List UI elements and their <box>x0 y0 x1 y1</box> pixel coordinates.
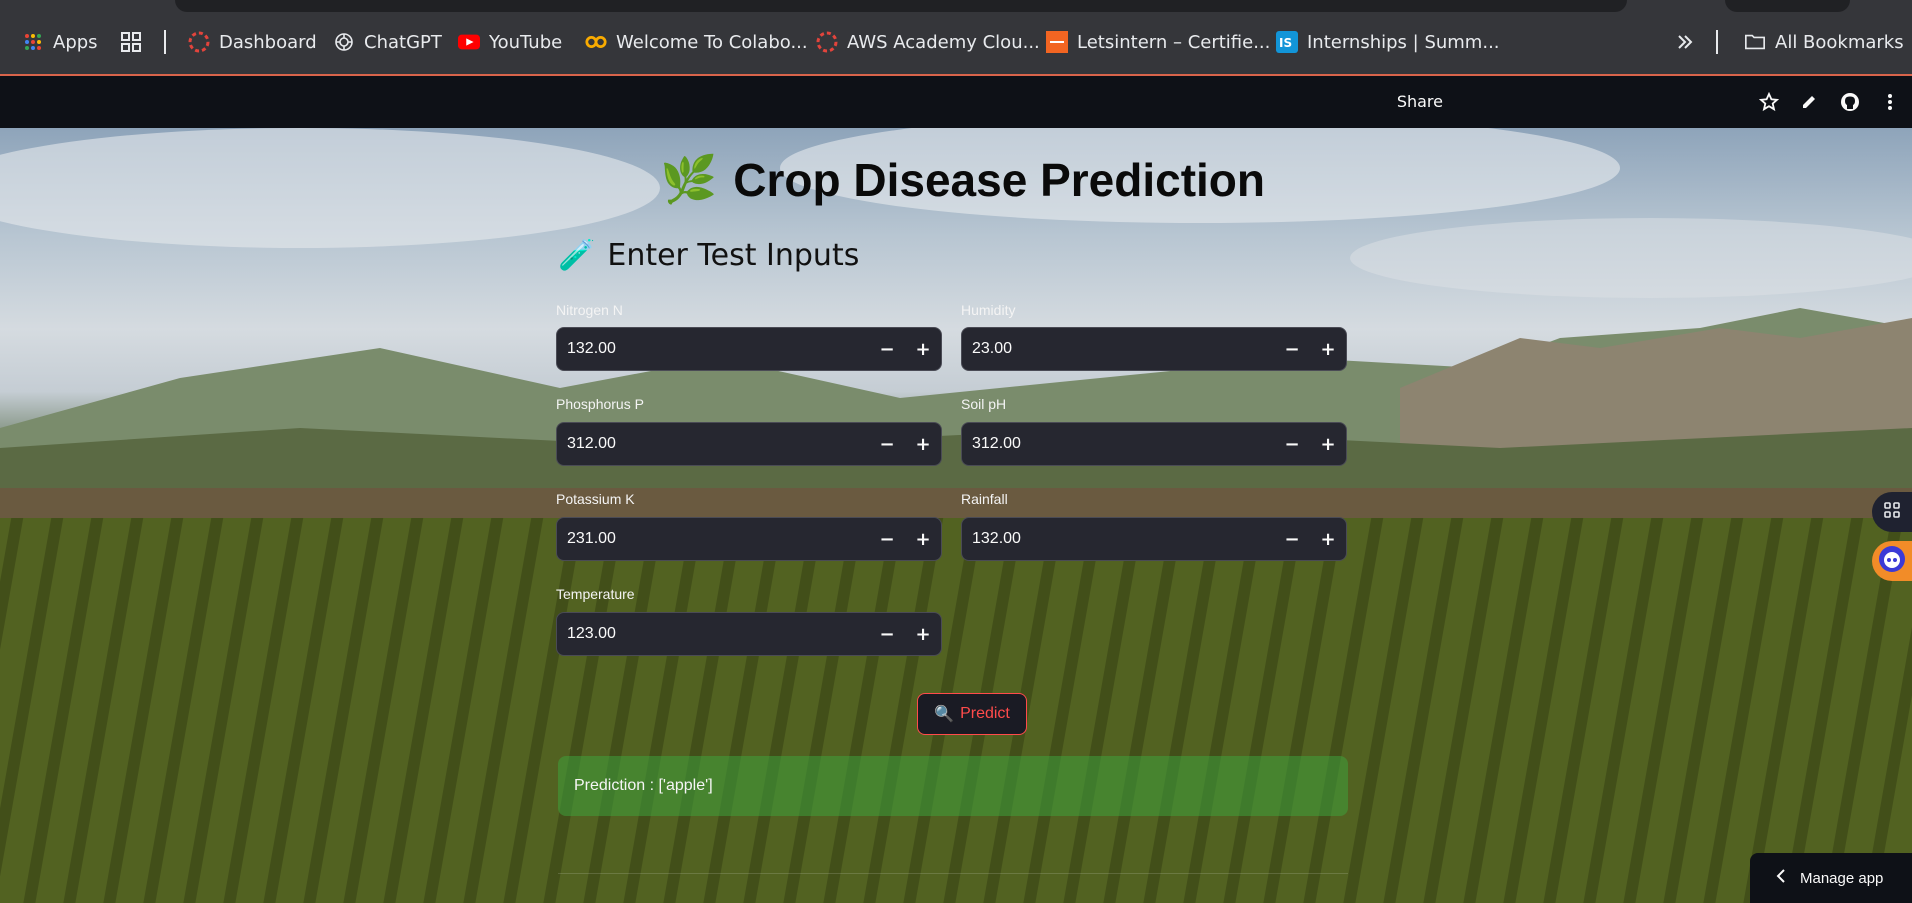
potassium-decrement-button[interactable]: − <box>869 518 905 560</box>
grid-icon <box>1883 501 1901 523</box>
temperature-decrement-button[interactable]: − <box>869 613 905 655</box>
dashboard-icon <box>188 31 210 53</box>
chatgpt-icon <box>333 31 355 53</box>
bookmark-label: Internships | Summ... <box>1307 31 1500 53</box>
bookmark-label: ChatGPT <box>364 31 442 53</box>
soil-ph-decrement-button[interactable]: − <box>1274 423 1310 465</box>
rainfall-value[interactable]: 132.00 <box>962 530 1274 548</box>
bookmark-separator <box>164 30 166 54</box>
humidity-decrement-button[interactable]: − <box>1274 328 1310 370</box>
assistant-widget-button[interactable] <box>1872 541 1912 581</box>
extension-widget-button[interactable] <box>1872 492 1912 532</box>
predict-button[interactable]: 🔍 Predict <box>917 693 1027 735</box>
folder-icon <box>1744 31 1766 53</box>
potassium-value[interactable]: 231.00 <box>557 530 869 548</box>
tab-groups-icon <box>120 31 142 53</box>
bot-icon <box>1877 544 1907 578</box>
humidity-value[interactable]: 23.00 <box>962 340 1274 358</box>
page-title-text: Crop Disease Prediction <box>733 153 1265 206</box>
bookmark-label: Welcome To Colabo... <box>616 31 808 53</box>
chevron-left-icon <box>1776 869 1786 887</box>
svg-text:IS: IS <box>1279 36 1292 50</box>
bookmark-apps[interactable]: Apps <box>22 28 98 56</box>
soil-ph-label: Soil pH <box>961 396 1007 412</box>
internshala-icon: IS <box>1276 31 1298 53</box>
nitrogen-increment-button[interactable]: + <box>905 328 941 370</box>
herb-icon: 🌿 <box>660 153 718 205</box>
edit-icon[interactable] <box>1799 92 1819 112</box>
page-title: 🌿 Crop Disease Prediction <box>660 152 1265 207</box>
temperature-increment-button[interactable]: + <box>905 613 941 655</box>
bookmark-internshala[interactable]: IS Internships | Summ... <box>1276 28 1500 56</box>
bookmark-label: AWS Academy Clou... <box>847 31 1040 53</box>
humidity-label: Humidity <box>961 302 1016 318</box>
manage-app-label: Manage app <box>1800 869 1884 887</box>
aws-academy-icon <box>816 31 838 53</box>
youtube-icon <box>458 31 480 53</box>
potassium-increment-button[interactable]: + <box>905 518 941 560</box>
soil-ph-increment-button[interactable]: + <box>1310 423 1346 465</box>
humidity-input[interactable]: 23.00 − + <box>961 327 1347 371</box>
app-header: Share <box>0 76 1912 128</box>
temperature-input[interactable]: 123.00 − + <box>556 612 942 656</box>
chevron-double-right-icon <box>1674 31 1696 53</box>
bookmark-label: Dashboard <box>219 31 317 53</box>
prediction-text: Prediction : ['apple'] <box>574 777 713 794</box>
rainfall-decrement-button[interactable]: − <box>1274 518 1310 560</box>
nitrogen-value[interactable]: 132.00 <box>557 340 869 358</box>
bookmark-colab[interactable]: Welcome To Colabo... <box>585 28 808 56</box>
prediction-result: Prediction : ['apple'] <box>558 756 1348 816</box>
section-heading: 🧪 Enter Test Inputs <box>558 238 859 273</box>
share-button[interactable]: Share <box>1397 92 1443 111</box>
colab-icon <box>585 31 607 53</box>
all-bookmarks-label: All Bookmarks <box>1775 31 1904 53</box>
apps-grid-icon <box>22 31 44 53</box>
potassium-input[interactable]: 231.00 − + <box>556 517 942 561</box>
address-bar[interactable] <box>175 0 1627 12</box>
bookmark-chatgpt[interactable]: ChatGPT <box>333 28 442 56</box>
bookmarks-overflow-button[interactable] <box>1674 28 1696 56</box>
bookmark-label: Letsintern – Certifie... <box>1077 31 1271 53</box>
soil-ph-input[interactable]: 312.00 − + <box>961 422 1347 466</box>
phosphorus-value[interactable]: 312.00 <box>557 435 869 453</box>
nitrogen-input[interactable]: 132.00 − + <box>556 327 942 371</box>
bookmark-dashboard[interactable]: Dashboard <box>188 28 317 56</box>
bookmark-youtube[interactable]: YouTube <box>458 28 562 56</box>
more-vertical-icon[interactable] <box>1880 92 1900 112</box>
magnifier-icon: 🔍 <box>934 706 955 723</box>
bookmark-label: YouTube <box>489 31 563 53</box>
phosphorus-input[interactable]: 312.00 − + <box>556 422 942 466</box>
section-heading-text: Enter Test Inputs <box>607 238 860 273</box>
github-icon[interactable] <box>1840 92 1860 112</box>
test-tube-icon: 🧪 <box>558 238 596 273</box>
temperature-label: Temperature <box>556 586 635 602</box>
tab-groups-button[interactable] <box>120 28 142 56</box>
letsintern-icon <box>1046 31 1068 53</box>
rainfall-label: Rainfall <box>961 491 1008 507</box>
nitrogen-decrement-button[interactable]: − <box>869 328 905 370</box>
star-icon[interactable] <box>1759 92 1779 112</box>
phosphorus-decrement-button[interactable]: − <box>869 423 905 465</box>
bookmark-separator <box>1716 30 1718 54</box>
bookmark-aws-academy[interactable]: AWS Academy Clou... <box>816 28 1040 56</box>
bookmark-letsintern[interactable]: Letsintern – Certifie... <box>1046 28 1270 56</box>
soil-ph-value[interactable]: 312.00 <box>962 435 1274 453</box>
bookmarks-bar: Apps Dashboard ChatGPT YouTube Welcome T… <box>0 0 1912 76</box>
rainfall-input[interactable]: 132.00 − + <box>961 517 1347 561</box>
phosphorus-increment-button[interactable]: + <box>905 423 941 465</box>
all-bookmarks-button[interactable]: All Bookmarks <box>1744 28 1904 56</box>
rainfall-increment-button[interactable]: + <box>1310 518 1346 560</box>
humidity-increment-button[interactable]: + <box>1310 328 1346 370</box>
potassium-label: Potassium K <box>556 491 635 507</box>
profile-button[interactable] <box>1725 0 1850 12</box>
temperature-value[interactable]: 123.00 <box>557 625 869 643</box>
divider <box>558 873 1348 874</box>
phosphorus-label: Phosphorus P <box>556 396 644 412</box>
manage-app-button[interactable]: Manage app <box>1750 853 1912 903</box>
nitrogen-label: Nitrogen N <box>556 302 623 318</box>
predict-label: Predict <box>960 705 1010 722</box>
bookmark-label: Apps <box>53 31 98 53</box>
